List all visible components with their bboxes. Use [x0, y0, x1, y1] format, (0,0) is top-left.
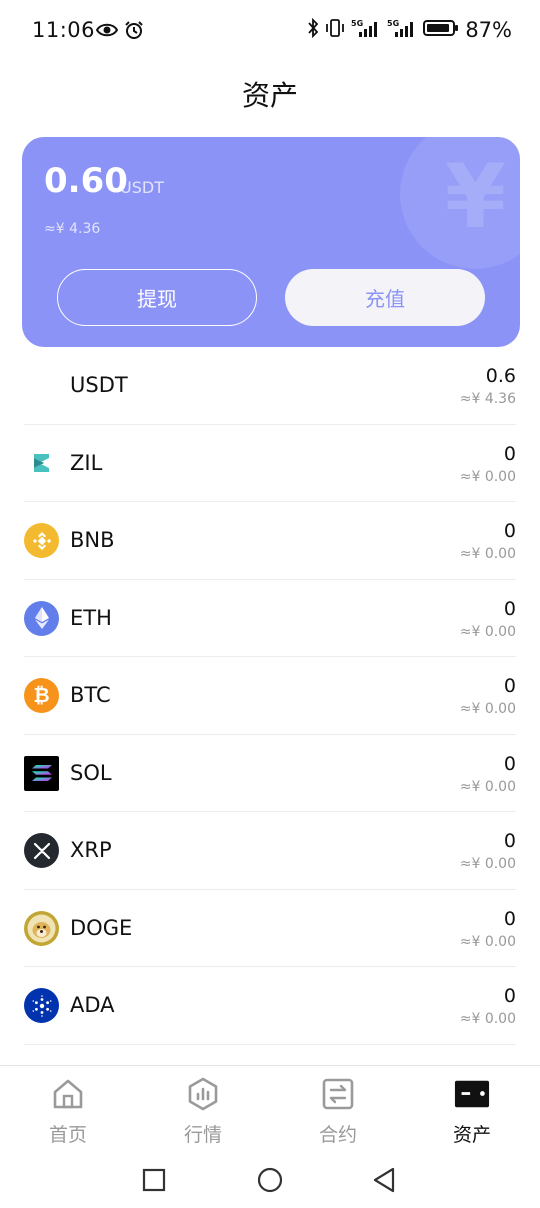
status-bar: 11:06 5G 5G 87% — [0, 0, 540, 64]
coin-list: USDT 0.6 ≈¥ 4.36 ZIL 0 ≈¥ 0.00 BNB 0 ≈¥ … — [0, 347, 540, 1045]
coin-amount: 0 — [503, 520, 516, 542]
eye-icon — [95, 22, 119, 42]
status-time: 11:06 — [32, 18, 96, 42]
coin-row-bnb[interactable]: BNB 0 ≈¥ 0.00 — [24, 502, 516, 580]
zil-icon — [24, 446, 59, 481]
coin-name: ADA — [70, 993, 115, 1017]
system-nav-bar — [0, 1150, 540, 1208]
xrp-icon — [24, 833, 59, 868]
coin-name: ZIL — [70, 450, 103, 475]
coin-amount: 0 — [503, 752, 516, 775]
home-button[interactable] — [256, 1166, 284, 1194]
battery-icon — [423, 18, 459, 42]
coin-cny-value: ≈¥ 0.00 — [459, 856, 516, 872]
total-amount: 0.60 — [44, 161, 128, 201]
coin-amount: 0 — [503, 597, 516, 620]
sol-icon — [24, 755, 59, 791]
coin-amount: 0 — [503, 675, 516, 697]
coin-amount: 0 — [503, 830, 516, 852]
svg-text:5G: 5G — [387, 19, 399, 28]
doge-icon — [24, 910, 59, 946]
coin-amount: 0 — [503, 907, 516, 930]
nav-label: 行情 — [183, 1124, 222, 1146]
nav-item-contract[interactable]: 合约 — [288, 1076, 388, 1148]
withdraw-button[interactable]: 提现 — [57, 269, 257, 326]
recent-apps-button[interactable] — [140, 1166, 168, 1194]
wallet-icon — [454, 1076, 490, 1112]
bluetooth-icon — [307, 17, 319, 42]
coin-row-sol[interactable]: SOL 0 ≈¥ 0.00 — [24, 735, 516, 812]
coin-name: XRP — [70, 838, 112, 862]
coin-cny-value: ≈¥ 0.00 — [459, 778, 516, 795]
coin-name: BTC — [70, 683, 111, 707]
deposit-button[interactable]: 充值 — [285, 269, 485, 326]
nav-label: 资产 — [452, 1124, 491, 1146]
coin-cny-value: ≈¥ 0.00 — [459, 1011, 516, 1027]
page-title: 资产 — [241, 79, 298, 112]
coin-cny-value: ≈¥ 0.00 — [459, 933, 516, 950]
eth-icon — [24, 600, 59, 636]
nav-label: 合约 — [318, 1124, 357, 1146]
total-amount-unit: USDT — [120, 178, 164, 197]
coin-name: USDT — [70, 373, 128, 397]
coin-row-doge[interactable]: DOGE 0 ≈¥ 0.00 — [24, 890, 516, 967]
coin-cny-value: ≈¥ 0.00 — [459, 546, 516, 562]
coin-cny-value: ≈¥ 4.36 — [459, 391, 516, 407]
coin-cny-value: ≈¥ 0.00 — [459, 468, 516, 485]
home-icon — [50, 1076, 86, 1112]
btc-icon: ₿ — [24, 678, 59, 713]
coin-row-zil[interactable]: ZIL 0 ≈¥ 0.00 — [24, 425, 516, 502]
bottom-nav: 首页 行情 合约 资产 — [0, 1065, 540, 1150]
vibrate-icon — [325, 18, 345, 42]
nav-label: 首页 — [48, 1124, 87, 1146]
coin-cny-value: ≈¥ 0.00 — [459, 623, 516, 640]
coin-row-usdt[interactable]: USDT 0.6 ≈¥ 4.36 — [24, 347, 516, 425]
signal-5g-icon: 5G — [387, 18, 417, 42]
battery-percentage: 87% — [465, 18, 512, 42]
coin-name: SOL — [70, 760, 112, 785]
coin-cny-value: ≈¥ 0.00 — [459, 701, 516, 717]
signal-5g-icon: 5G — [351, 18, 381, 42]
coin-amount: 0.6 — [485, 365, 516, 387]
alarm-icon — [124, 20, 144, 44]
coin-name: ETH — [70, 605, 112, 630]
coin-amount: 0 — [503, 442, 516, 465]
coin-amount: 0 — [503, 985, 516, 1007]
svg-text:5G: 5G — [351, 19, 363, 28]
total-cny-value: ≈¥ 4.36 — [44, 221, 101, 237]
bnb-icon — [24, 523, 59, 558]
back-button[interactable] — [370, 1166, 398, 1194]
market-icon — [185, 1076, 221, 1112]
ada-icon — [24, 988, 59, 1023]
coin-name: DOGE — [70, 915, 133, 940]
coin-row-ada[interactable]: ADA 0 ≈¥ 0.00 — [24, 967, 516, 1045]
contract-icon — [320, 1076, 356, 1112]
nav-item-market[interactable]: 行情 — [153, 1076, 253, 1148]
coin-row-xrp[interactable]: XRP 0 ≈¥ 0.00 — [24, 812, 516, 890]
coin-name: BNB — [70, 528, 115, 552]
coin-row-eth[interactable]: ETH 0 ≈¥ 0.00 — [24, 580, 516, 657]
asset-summary-card: ¥ 0.60 USDT ≈¥ 4.36 提现 充值 — [22, 137, 520, 347]
yen-icon: ¥ — [444, 145, 506, 248]
coin-row-btc[interactable]: ₿ BTC 0 ≈¥ 0.00 — [24, 657, 516, 735]
nav-item-assets[interactable]: 资产 — [422, 1076, 522, 1148]
nav-item-home[interactable]: 首页 — [18, 1076, 118, 1148]
